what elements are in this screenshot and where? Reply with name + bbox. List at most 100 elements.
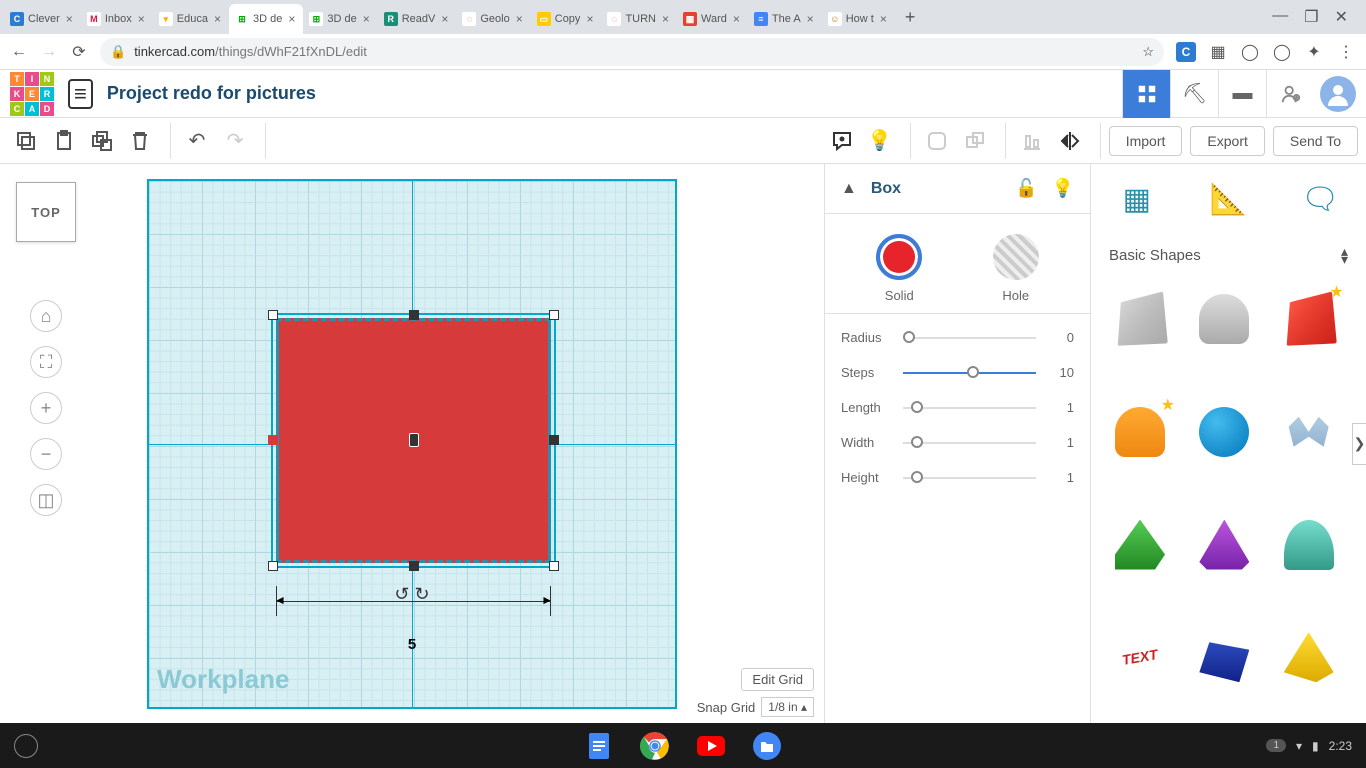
shape-scribble[interactable]	[1278, 401, 1340, 463]
shape-polygon-blue[interactable]	[1193, 626, 1255, 688]
shape-pyramid-yellow[interactable]	[1278, 626, 1340, 688]
shape-sphere-blue[interactable]	[1193, 401, 1255, 463]
designs-mode-button[interactable]	[1122, 70, 1170, 118]
tab-close-icon[interactable]: ×	[731, 12, 742, 26]
shape-box-gray[interactable]	[1109, 288, 1171, 350]
workplane-grid[interactable]: Workplane ↺ ↻ 5	[147, 179, 677, 709]
tab-close-icon[interactable]: ×	[660, 12, 671, 26]
slider-thumb[interactable]	[911, 471, 923, 483]
slider-thumb[interactable]	[903, 331, 915, 343]
files-app-icon[interactable]	[752, 731, 782, 761]
slider-thumb[interactable]	[911, 436, 923, 448]
sendto-button[interactable]: Send To	[1273, 126, 1358, 156]
notes-toggle-button[interactable]	[824, 123, 860, 159]
tab-close-icon[interactable]: ×	[805, 12, 816, 26]
bookmark-star-icon[interactable]: ☆	[1142, 44, 1154, 60]
canvas-area[interactable]: TOP ⌂ ⛶ + − ◫ Workplane	[0, 164, 824, 723]
shield-extension-icon[interactable]: ◯	[1240, 42, 1260, 62]
nav-reload-icon[interactable]: ⟳	[70, 42, 88, 62]
hole-option[interactable]: Hole	[993, 234, 1039, 303]
clever-extension-icon[interactable]: C	[1176, 42, 1196, 62]
rotate-handles[interactable]: ↺ ↻	[394, 584, 429, 605]
browser-tab[interactable]: CClever×	[4, 4, 81, 34]
launcher-button[interactable]	[14, 734, 38, 758]
qr-extension-icon[interactable]: ▦	[1208, 42, 1228, 62]
minimize-icon[interactable]: —	[1272, 7, 1288, 27]
shape-cone-purple[interactable]	[1193, 514, 1255, 576]
import-button[interactable]: Import	[1109, 126, 1183, 156]
browser-tab[interactable]: ▦Ward×	[677, 4, 748, 34]
url-field[interactable]: 🔒 tinkercad.com/things/dWhF21fXnDL/edit …	[100, 38, 1164, 66]
maximize-icon[interactable]: ❐	[1304, 7, 1318, 27]
solid-color-swatch[interactable]	[876, 234, 922, 280]
menu-icon[interactable]: ⋮	[1336, 42, 1356, 62]
battery-icon[interactable]: ▮	[1312, 739, 1319, 753]
slider-value[interactable]: 10	[1050, 365, 1074, 380]
slider-track[interactable]	[903, 372, 1036, 374]
slider-track[interactable]	[903, 442, 1036, 444]
tab-close-icon[interactable]: ×	[361, 12, 372, 26]
category-dropdown-icon[interactable]: ▴▾	[1341, 247, 1348, 264]
snap-grid-select[interactable]: 1/8 in ▴	[761, 697, 814, 717]
solid-option[interactable]: Solid	[876, 234, 922, 303]
close-window-icon[interactable]: ✕	[1335, 7, 1348, 27]
tab-close-icon[interactable]: ×	[286, 12, 297, 26]
fit-view-button[interactable]: ⛶	[30, 346, 62, 378]
browser-tab[interactable]: ⊞3D de×	[303, 4, 377, 34]
tab-close-icon[interactable]: ×	[878, 12, 889, 26]
clock[interactable]: 2:23	[1329, 739, 1352, 753]
tab-close-icon[interactable]: ×	[584, 12, 595, 26]
ortho-toggle-button[interactable]: ◫	[30, 484, 62, 516]
invite-user-button[interactable]	[1266, 70, 1314, 118]
bulb-icon[interactable]: 💡	[1052, 178, 1074, 199]
user-avatar[interactable]	[1320, 76, 1356, 112]
browser-tab[interactable]: ◌TURN×	[601, 4, 677, 34]
edit-grid-button[interactable]: Edit Grid	[741, 668, 814, 691]
paste-button[interactable]	[46, 123, 82, 159]
shape-category-selector[interactable]: Basic Shapes ▴▾	[1091, 234, 1366, 280]
zoom-out-button[interactable]: −	[30, 438, 62, 470]
chrome-app-icon[interactable]	[640, 731, 670, 761]
dimension-value[interactable]: 5	[408, 636, 416, 653]
tab-close-icon[interactable]: ×	[212, 12, 223, 26]
shape-cylinder-orange[interactable]: ★	[1109, 401, 1171, 463]
shape-cylinder-gray[interactable]	[1193, 288, 1255, 350]
shield2-extension-icon[interactable]: ◯	[1272, 42, 1292, 62]
slider-track[interactable]	[903, 337, 1036, 339]
slider-thumb[interactable]	[911, 401, 923, 413]
browser-tab[interactable]: MInbox×	[81, 4, 153, 34]
tab-close-icon[interactable]: ×	[514, 12, 525, 26]
slider-track[interactable]	[903, 407, 1036, 409]
workplane-tool-icon[interactable]: ▦	[1117, 179, 1157, 219]
shape-roof-green[interactable]	[1109, 514, 1171, 576]
home-view-button[interactable]: ⌂	[30, 300, 62, 332]
duplicate-button[interactable]	[84, 123, 120, 159]
export-button[interactable]: Export	[1190, 126, 1264, 156]
puzzle-extensions-icon[interactable]: ✦	[1304, 42, 1324, 62]
unlock-icon[interactable]: 🔓	[1015, 178, 1037, 199]
slider-value[interactable]: 1	[1050, 400, 1074, 415]
browser-tab[interactable]: ≡The A×	[748, 4, 822, 34]
wifi-icon[interactable]: ▾	[1296, 739, 1302, 753]
tab-close-icon[interactable]: ×	[136, 12, 147, 26]
lego-mode-button[interactable]: ▬	[1218, 70, 1266, 118]
panel-collapse-icon[interactable]: ▲	[841, 180, 857, 198]
selected-box-shape[interactable]	[276, 318, 551, 563]
docs-app-icon[interactable]	[584, 731, 614, 761]
slider-value[interactable]: 0	[1050, 330, 1074, 345]
delete-button[interactable]	[122, 123, 158, 159]
slider-thumb[interactable]	[967, 366, 979, 378]
browser-tab[interactable]: RReadV×	[378, 4, 457, 34]
browser-tab[interactable]: ☺How t×	[822, 4, 895, 34]
zoom-in-button[interactable]: +	[30, 392, 62, 424]
tinkercad-logo[interactable]: TIN KER CAD	[10, 72, 54, 116]
slider-track[interactable]	[903, 477, 1036, 479]
ruler-tool-icon[interactable]: 📐	[1208, 179, 1248, 219]
new-tab-button[interactable]: +	[895, 7, 926, 28]
copy-button[interactable]	[8, 123, 44, 159]
slider-value[interactable]: 1	[1050, 435, 1074, 450]
shape-half-cylinder[interactable]	[1278, 514, 1340, 576]
browser-tab[interactable]: ▾Educa×	[153, 4, 229, 34]
tab-close-icon[interactable]: ×	[64, 12, 75, 26]
nav-back-icon[interactable]: ←	[10, 43, 28, 61]
